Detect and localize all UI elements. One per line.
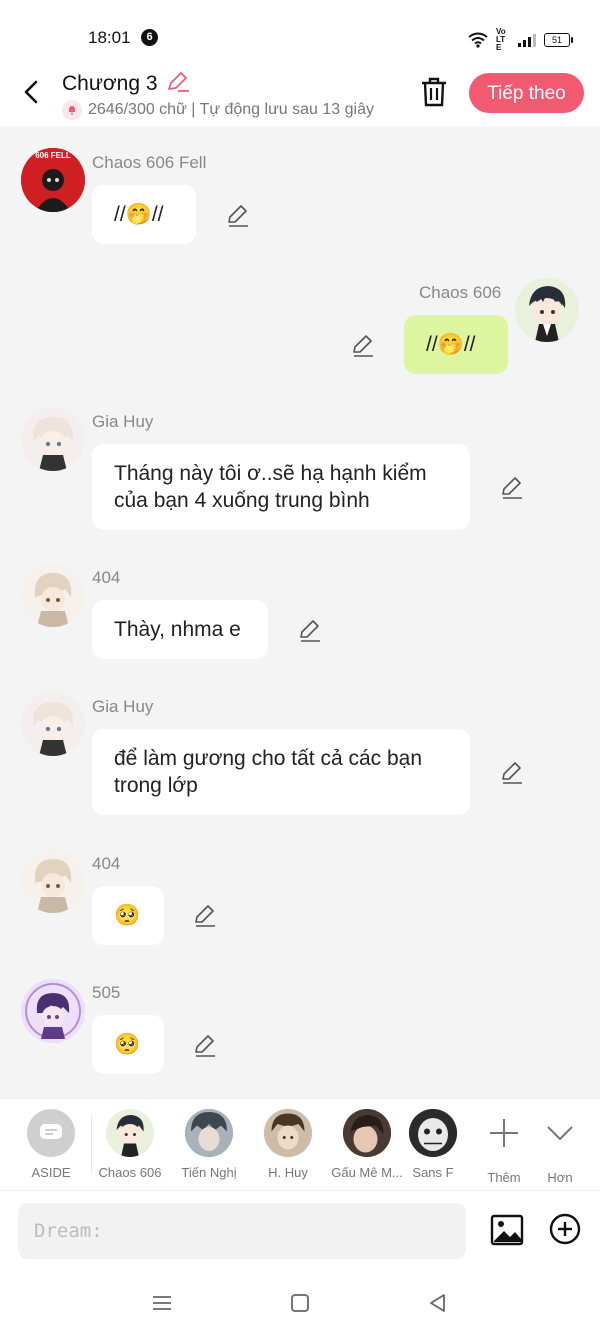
message-bubble[interactable]: để làm gương cho tất cả các bạn trong lớ… <box>92 729 470 815</box>
signal-icon <box>518 34 536 47</box>
avatar[interactable] <box>21 407 85 471</box>
avatar[interactable] <box>21 563 85 627</box>
avatar[interactable] <box>21 849 85 913</box>
more-label: Hơn <box>547 1170 573 1185</box>
sender-name: Gia Huy <box>92 412 154 431</box>
pencil-icon[interactable] <box>166 70 190 92</box>
message-bubble[interactable]: Thày, nhma e <box>92 600 268 659</box>
chapter-title[interactable]: Chương 3 <box>62 72 158 96</box>
character-avatar <box>409 1109 457 1157</box>
avatar[interactable] <box>21 692 85 756</box>
character-avatar <box>264 1109 312 1157</box>
character-avatar <box>106 1109 154 1157</box>
menu-icon[interactable] <box>151 1292 173 1314</box>
add-label: Thêm <box>487 1170 521 1185</box>
pencil-icon[interactable] <box>297 617 323 643</box>
status-bar: 18:01 6 Vo LTE 51 <box>0 0 600 70</box>
character-name: ASIDE <box>31 1165 71 1180</box>
avatar[interactable] <box>515 278 579 342</box>
character-sans-f[interactable]: Sans F <box>402 1109 464 1180</box>
character-name: Sans F <box>412 1165 454 1180</box>
message-bubble[interactable]: //🤭// <box>404 315 508 374</box>
avatar[interactable]: 606 FELL <box>21 148 85 212</box>
pencil-icon[interactable] <box>192 1032 218 1058</box>
plus-circle-icon[interactable] <box>549 1213 581 1245</box>
composer-bar <box>0 1190 600 1271</box>
pencil-icon[interactable] <box>499 474 525 500</box>
bell-icon <box>62 100 82 120</box>
notification-count-badge: 6 <box>141 29 158 46</box>
sender-name: 404 <box>92 854 121 873</box>
character-tien-nghi[interactable]: Tiến Nghị <box>169 1109 249 1180</box>
character-chaos-606[interactable]: Chaos 606 <box>90 1109 170 1180</box>
character-avatar <box>185 1109 233 1157</box>
autosave-line: 2646/300 chữ | Tự động lưu sau 13 giây <box>62 100 402 120</box>
character-name: Chaos 606 <box>98 1165 162 1180</box>
system-icons: Vo LTE 51 <box>468 27 573 52</box>
sender-name: 404 <box>92 568 121 587</box>
character-gau-me-m[interactable]: Gấu Mê M... <box>327 1109 407 1180</box>
character-h-huy[interactable]: H. Huy <box>248 1109 328 1180</box>
battery-icon: 51 <box>544 33 573 47</box>
editor-header: Chương 3 2646/300 chữ | Tự động lưu sau … <box>0 70 600 126</box>
status-time: 18:01 <box>88 28 131 47</box>
message-bubble[interactable]: //🤭// <box>92 185 196 244</box>
system-nav-bar <box>0 1270 600 1333</box>
chat-area: 606 FELL Chaos 606 Fell //🤭// Chaos 606 … <box>0 126 600 1096</box>
next-button[interactable]: Tiếp theo <box>469 73 584 113</box>
pencil-icon[interactable] <box>192 902 218 928</box>
character-name: H. Huy <box>268 1165 308 1180</box>
back-triangle-icon[interactable] <box>427 1292 449 1314</box>
plus-icon <box>490 1119 518 1147</box>
sender-name: 505 <box>92 983 121 1002</box>
message-bubble[interactable]: 🥺 <box>92 886 164 945</box>
message-bubble[interactable]: 🥺 <box>92 1015 164 1074</box>
character-tray: ASIDE Chaos 606 Tiến Nghị H. Huy Gấu Mê … <box>0 1098 600 1191</box>
back-arrow-icon[interactable] <box>18 78 46 106</box>
pencil-icon[interactable] <box>499 759 525 785</box>
home-square-icon[interactable] <box>289 1292 311 1314</box>
chapter-title-wrap[interactable]: Chương 3 <box>62 70 190 96</box>
avatar-tag: 606 FELL <box>35 151 71 160</box>
trash-icon[interactable] <box>419 76 449 108</box>
character-avatar <box>343 1109 391 1157</box>
dream-input[interactable] <box>18 1203 466 1259</box>
image-icon[interactable] <box>490 1213 524 1247</box>
add-character-button[interactable]: Thêm <box>474 1109 534 1185</box>
character-name: Tiến Nghị <box>181 1165 237 1180</box>
aside-icon <box>27 1109 75 1157</box>
volte-label: Vo LTE <box>496 27 506 52</box>
character-name: Gấu Mê M... <box>331 1165 403 1180</box>
chevron-down-icon <box>547 1126 573 1141</box>
avatar[interactable] <box>21 979 85 1043</box>
character-aside[interactable]: ASIDE <box>11 1109 91 1180</box>
pencil-icon[interactable] <box>225 202 251 228</box>
message-bubble[interactable]: Tháng này tôi ơ..sẽ hạ hạnh kiểm của bạn… <box>92 444 470 530</box>
word-count-status: 2646/300 chữ | Tự động lưu sau 13 giây <box>88 101 374 118</box>
pencil-icon[interactable] <box>350 332 376 358</box>
more-button[interactable]: Hơn <box>530 1109 590 1185</box>
wifi-icon <box>468 32 488 48</box>
sender-name: Gia Huy <box>92 697 154 716</box>
sender-name: Chaos 606 Fell <box>92 153 207 172</box>
sender-name: Chaos 606 <box>419 283 502 302</box>
